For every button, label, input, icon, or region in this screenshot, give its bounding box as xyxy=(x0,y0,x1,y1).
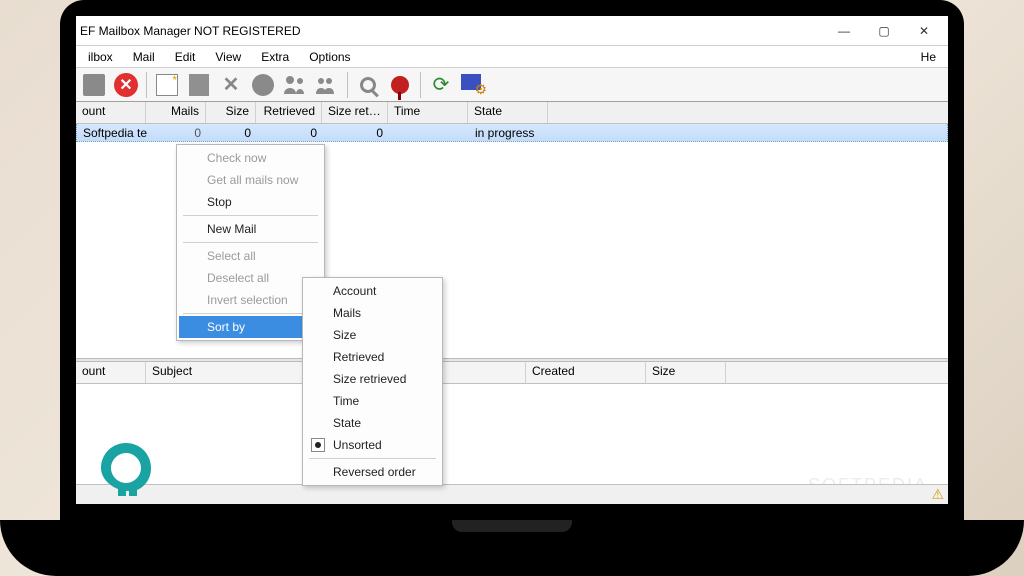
sort-state[interactable]: State xyxy=(305,412,440,434)
ctx-sort-by-label: Sort by xyxy=(207,320,245,334)
screen: EF Mailbox Manager NOT REGISTERED — ▢ ✕ … xyxy=(76,16,948,504)
tb-stop-icon[interactable] xyxy=(80,71,108,99)
cell-state: in progress xyxy=(469,126,549,140)
sort-size-retrieved[interactable]: Size retrieved xyxy=(305,368,440,390)
ctx-deselect-all[interactable]: Deselect all xyxy=(179,267,322,289)
col-time[interactable]: Time xyxy=(388,102,468,123)
mails-table-header: ount Subject Fr Created Size xyxy=(76,362,948,384)
mcol-created[interactable]: Created xyxy=(526,362,646,383)
statusbar: ⚠ xyxy=(76,484,948,504)
col-retrieved[interactable]: Retrieved xyxy=(256,102,322,123)
menu-mail[interactable]: Mail xyxy=(123,48,165,66)
sort-time[interactable]: Time xyxy=(305,390,440,412)
ctx-get-all[interactable]: Get all mails now xyxy=(179,169,322,191)
cell-retrieved: 0 xyxy=(257,126,323,140)
sort-reversed[interactable]: Reversed order xyxy=(305,461,440,483)
cell-size: 0 xyxy=(207,126,257,140)
laptop-frame: EF Mailbox Manager NOT REGISTERED — ▢ ✕ … xyxy=(60,0,964,520)
menu-help[interactable]: He xyxy=(911,48,946,66)
sort-retrieved[interactable]: Retrieved xyxy=(305,346,440,368)
col-size[interactable]: Size xyxy=(206,102,256,123)
ctx-stop[interactable]: Stop xyxy=(179,191,322,213)
cell-mails: 0 xyxy=(147,126,207,140)
tb-refresh-icon[interactable]: ⟳ xyxy=(427,71,455,99)
ctx-sort-by[interactable]: Sort by ▶ xyxy=(179,316,322,338)
ctx-sep-2 xyxy=(183,242,318,243)
mcol-size[interactable]: Size xyxy=(646,362,726,383)
maximize-button[interactable]: ▢ xyxy=(864,17,904,45)
tb-close-icon[interactable]: ✕ xyxy=(112,71,140,99)
menu-edit[interactable]: Edit xyxy=(165,48,206,66)
sort-mails[interactable]: Mails xyxy=(305,302,440,324)
warning-icon: ⚠ xyxy=(931,486,944,503)
tb-group-icon[interactable] xyxy=(313,71,341,99)
cell-account: Softpedia test xyxy=(77,126,147,140)
col-mails[interactable]: Mails xyxy=(146,102,206,123)
ctx-sep-1 xyxy=(183,215,318,216)
col-size-retrieved[interactable]: Size retri... xyxy=(322,102,388,123)
tb-mark-icon[interactable] xyxy=(249,71,277,99)
laptop-notch xyxy=(452,520,572,532)
tb-new-icon[interactable] xyxy=(153,71,181,99)
tb-search-icon[interactable] xyxy=(354,71,382,99)
cell-size-retrieved: 0 xyxy=(323,126,389,140)
menu-mailbox[interactable]: ilbox xyxy=(78,48,123,66)
ctx-check-now[interactable]: Check now xyxy=(179,147,322,169)
sort-sep xyxy=(309,458,436,459)
close-button[interactable]: ✕ xyxy=(904,17,944,45)
mcol-subject[interactable]: Subject xyxy=(146,362,326,383)
menu-extra[interactable]: Extra xyxy=(251,48,299,66)
sort-unsorted[interactable]: Unsorted xyxy=(305,434,440,456)
ctx-invert[interactable]: Invert selection xyxy=(179,289,322,311)
tb-pin-icon[interactable] xyxy=(386,71,414,99)
col-state[interactable]: State xyxy=(468,102,548,123)
decorative-logo xyxy=(96,438,156,498)
titlebar: EF Mailbox Manager NOT REGISTERED — ▢ ✕ xyxy=(76,16,948,46)
window-title: EF Mailbox Manager NOT REGISTERED xyxy=(80,24,824,38)
accounts-table-row[interactable]: Softpedia test 0 0 0 0 in progress xyxy=(76,124,948,142)
menu-view[interactable]: View xyxy=(205,48,251,66)
sort-submenu: Account Mails Size Retrieved Size retrie… xyxy=(302,277,443,486)
sort-account[interactable]: Account xyxy=(305,280,440,302)
accounts-table-header: ount Mails Size Retrieved Size retri... … xyxy=(76,102,948,124)
menu-options[interactable]: Options xyxy=(299,48,360,66)
menubar: ilbox Mail Edit View Extra Options He xyxy=(76,46,948,68)
minimize-button[interactable]: — xyxy=(824,17,864,45)
sort-size[interactable]: Size xyxy=(305,324,440,346)
col-account[interactable]: ount xyxy=(76,102,146,123)
radio-checked-icon xyxy=(311,438,325,452)
ctx-select-all[interactable]: Select all xyxy=(179,245,322,267)
laptop-base xyxy=(0,520,1024,576)
ctx-sep-3 xyxy=(183,313,318,314)
toolbar: ✕ ✕ ⟳ ⚙ xyxy=(76,68,948,102)
ctx-new-mail[interactable]: New Mail xyxy=(179,218,322,240)
tb-doc-icon[interactable] xyxy=(185,71,213,99)
mcol-count[interactable]: ount xyxy=(76,362,146,383)
tb-delete-icon[interactable]: ✕ xyxy=(217,71,245,99)
tb-users-icon[interactable] xyxy=(281,71,309,99)
sort-unsorted-label: Unsorted xyxy=(333,438,382,452)
tb-save-settings-icon[interactable]: ⚙ xyxy=(459,71,487,99)
